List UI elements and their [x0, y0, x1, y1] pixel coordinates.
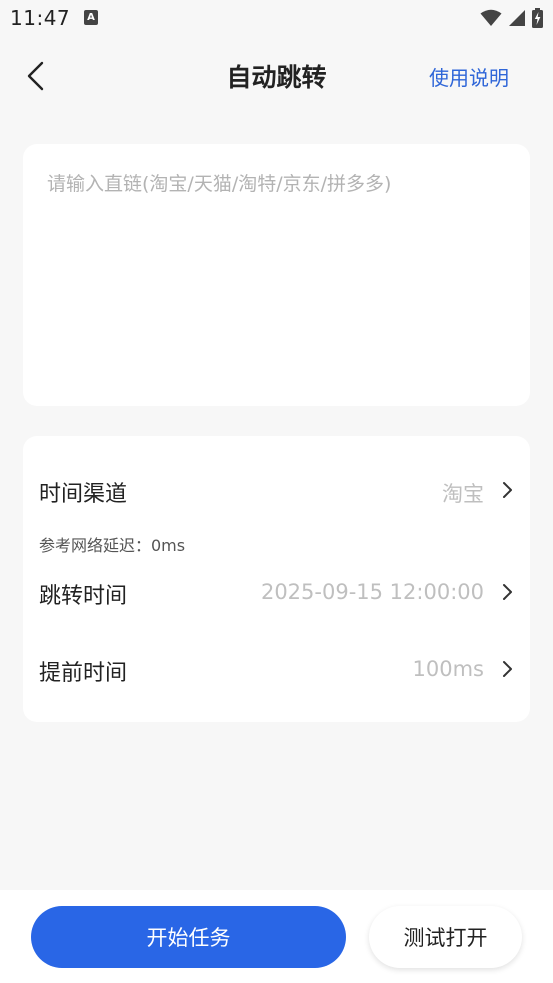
advance-time-row[interactable]: 提前时间 100ms — [23, 645, 530, 693]
jump-time-value: 2025-09-15 12:00:00 — [260, 580, 484, 604]
start-task-button[interactable]: 开始任务 — [31, 906, 346, 968]
settings-card: 时间渠道 淘宝 参考网络延迟：0ms 跳转时间 2025-09-15 12:00… — [23, 436, 530, 722]
chevron-right-icon — [503, 661, 512, 677]
battery-charging-icon — [532, 8, 543, 28]
link-input-card — [23, 144, 530, 406]
advance-time-value: 100ms — [412, 657, 484, 681]
test-open-button[interactable]: 测试打开 — [369, 906, 522, 968]
help-link[interactable]: 使用说明 — [429, 62, 509, 91]
channel-row[interactable]: 时间渠道 淘宝 — [23, 466, 530, 514]
chevron-right-icon — [503, 482, 512, 498]
status-time: 11:47 — [10, 6, 71, 30]
advance-time-label: 提前时间 — [39, 661, 128, 686]
chevron-right-icon — [503, 584, 512, 600]
cell-signal-icon — [509, 10, 525, 26]
channel-value: 淘宝 — [442, 482, 484, 506]
latency-note: 参考网络延迟：0ms — [39, 536, 186, 555]
header: 自动跳转 使用说明 — [0, 38, 553, 114]
status-bar: 11:47 A — [0, 0, 553, 38]
jump-time-label: 跳转时间 — [39, 584, 128, 609]
bottom-action-bar: 开始任务 测试打开 — [0, 890, 553, 983]
link-input[interactable] — [23, 144, 530, 406]
notification-a-icon: A — [84, 10, 98, 25]
jump-time-row[interactable]: 跳转时间 2025-09-15 12:00:00 — [23, 568, 530, 616]
status-icons — [480, 8, 543, 28]
channel-label: 时间渠道 — [39, 482, 128, 507]
wifi-icon — [480, 9, 502, 26]
